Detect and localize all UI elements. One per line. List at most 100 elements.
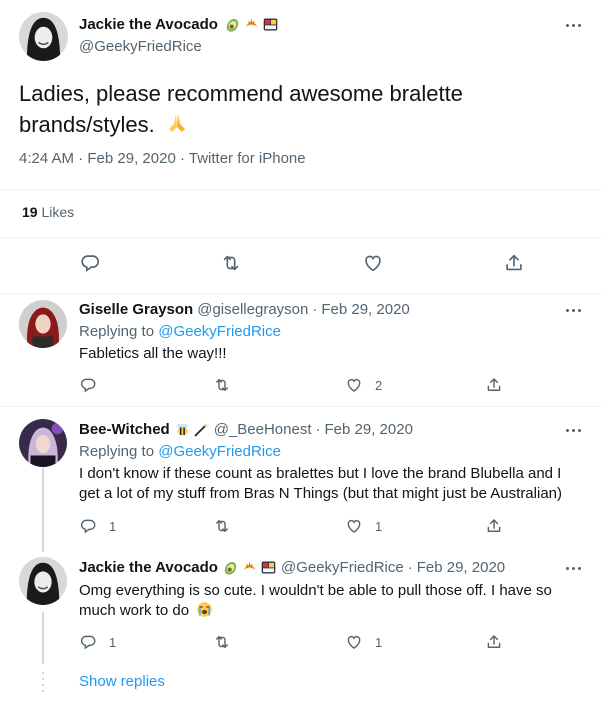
reply-tweet[interactable]: Bee-Witched @_BeeHonest · Feb 29, 2020 R… <box>0 407 602 547</box>
heart-icon <box>347 519 361 533</box>
tweet-meta: 4:24 AM · Feb 29, 2020 · Twitter for iPh… <box>19 150 306 167</box>
croissant-icon <box>245 19 258 28</box>
avatar[interactable] <box>19 300 67 348</box>
like-count: 1 <box>375 634 383 650</box>
share-button[interactable] <box>485 376 503 394</box>
more-options-icon[interactable] <box>563 561 583 575</box>
name-emojis <box>174 421 210 438</box>
reply-handle[interactable]: @GeekyFriedRice <box>281 559 404 576</box>
reply-date[interactable]: Feb 29, 2020 <box>325 421 413 438</box>
tweet-actions <box>0 237 602 292</box>
reply-count: 1 <box>109 518 117 534</box>
avatar[interactable] <box>19 12 68 61</box>
avocado-icon <box>224 562 237 575</box>
tweet-time[interactable]: 4:24 AM <box>19 150 74 167</box>
tweet-text: Ladies, please recommend awesome bralett… <box>19 78 539 140</box>
retweet-button[interactable] <box>213 376 231 394</box>
retweet-icon <box>216 636 228 648</box>
retweet-button[interactable] <box>213 633 231 651</box>
replying-label: Replying to <box>79 323 155 340</box>
reply-handle[interactable]: @_BeeHonest <box>214 421 312 438</box>
retweet-icon <box>216 379 228 391</box>
separator: · <box>312 301 318 318</box>
reply-button[interactable]: 1 <box>79 517 116 535</box>
reply-icon <box>81 255 99 272</box>
tweet-date[interactable]: Feb 29, 2020 <box>87 150 175 167</box>
reply-header: Giselle Grayson @gisellegrayson · Feb 29… <box>79 301 410 318</box>
meta-separator: · <box>78 150 84 167</box>
like-button[interactable]: 1 <box>345 633 382 651</box>
reply-icon <box>80 635 96 650</box>
reply-tweet[interactable]: Giselle Grayson @gisellegrayson · Feb 29… <box>0 294 602 406</box>
more-options-icon[interactable] <box>563 18 583 32</box>
reply-header: Jackie the Avocado @GeekyFriedRice · Feb… <box>79 559 505 576</box>
tweet-body: Ladies, please recommend awesome bralett… <box>19 81 463 137</box>
likes-link[interactable]: 19 Likes <box>22 204 74 220</box>
like-count: 2 <box>375 377 383 393</box>
replying-label: Replying to <box>79 443 155 460</box>
like-count: 1 <box>375 518 383 534</box>
retweet-icon <box>223 255 239 271</box>
display-name[interactable]: Jackie the Avocado <box>79 16 218 33</box>
like-button[interactable]: 2 <box>345 376 382 394</box>
thread-dots <box>42 672 44 696</box>
reply-button[interactable] <box>79 252 101 274</box>
heart-icon <box>365 255 381 272</box>
reply-handle[interactable]: @gisellegrayson <box>197 301 308 318</box>
heart-icon <box>347 635 361 649</box>
likes-count: 19 <box>22 204 38 220</box>
reply-date[interactable]: Feb 29, 2020 <box>417 559 505 576</box>
author-handle[interactable]: @GeekyFriedRice <box>79 38 202 55</box>
reply-icon <box>80 519 96 534</box>
display-name[interactable]: Bee-Witched <box>79 421 170 438</box>
reply-text: I don't know if these count as bralettes… <box>79 465 562 502</box>
display-name[interactable]: Jackie the Avocado <box>79 559 218 576</box>
tweet-thread: Jackie the Avocado @GeekyFriedRice Ladie… <box>0 0 602 701</box>
reply-button[interactable]: 1 <box>79 633 116 651</box>
separator: · <box>407 559 413 576</box>
reply-text: Omg everything is so cute. I wouldn't be… <box>79 581 579 621</box>
reply-date[interactable]: Feb 29, 2020 <box>321 301 409 318</box>
reply-tweet[interactable]: Jackie the Avocado @GeekyFriedRice · Feb… <box>0 548 602 658</box>
more-options-icon[interactable] <box>563 423 583 437</box>
reply-count: 1 <box>109 634 117 650</box>
more-options-icon[interactable] <box>563 303 583 317</box>
share-button[interactable] <box>503 252 525 274</box>
reply-body: Omg everything is so cute. I wouldn't be… <box>79 582 552 619</box>
retweet-icon <box>216 520 228 532</box>
reply-icon <box>80 378 96 393</box>
show-replies-link[interactable]: Show replies <box>79 673 165 690</box>
display-name[interactable]: Giselle Grayson <box>79 301 193 318</box>
reply-header: Bee-Witched @_BeeHonest · Feb 29, 2020 <box>79 421 413 438</box>
name-emojis <box>224 16 279 33</box>
like-button[interactable]: 1 <box>345 517 382 535</box>
avatar[interactable] <box>19 419 67 467</box>
share-icon <box>506 254 522 271</box>
main-tweet: Jackie the Avocado @GeekyFriedRice Ladie… <box>0 0 602 294</box>
bento-box-icon <box>261 561 276 574</box>
share-icon <box>487 519 501 532</box>
bento-box-icon <box>263 18 278 31</box>
retweet-button[interactable] <box>220 252 242 274</box>
separator: · <box>315 421 321 438</box>
likes-label: Likes <box>41 204 75 220</box>
replying-to-link[interactable]: @GeekyFriedRice <box>158 323 281 340</box>
replying-to: Replying to @GeekyFriedRice <box>79 443 281 460</box>
retweet-button[interactable] <box>213 517 231 535</box>
replying-to-link[interactable]: @GeekyFriedRice <box>158 443 281 460</box>
magic-wand-icon <box>194 422 209 437</box>
tweet-source[interactable]: Twitter for iPhone <box>189 150 306 167</box>
like-button[interactable] <box>362 252 384 274</box>
reply-button[interactable] <box>79 376 97 394</box>
share-icon <box>487 378 501 391</box>
heart-icon <box>347 378 361 392</box>
avatar[interactable] <box>19 557 67 605</box>
share-button[interactable] <box>485 633 503 651</box>
croissant-icon <box>243 562 256 571</box>
engagement-row: 19 Likes <box>0 189 602 238</box>
share-button[interactable] <box>485 517 503 535</box>
bee-icon <box>176 423 188 436</box>
author-row: Jackie the Avocado <box>79 16 279 33</box>
avocado-icon <box>226 19 239 32</box>
share-icon <box>487 635 501 648</box>
